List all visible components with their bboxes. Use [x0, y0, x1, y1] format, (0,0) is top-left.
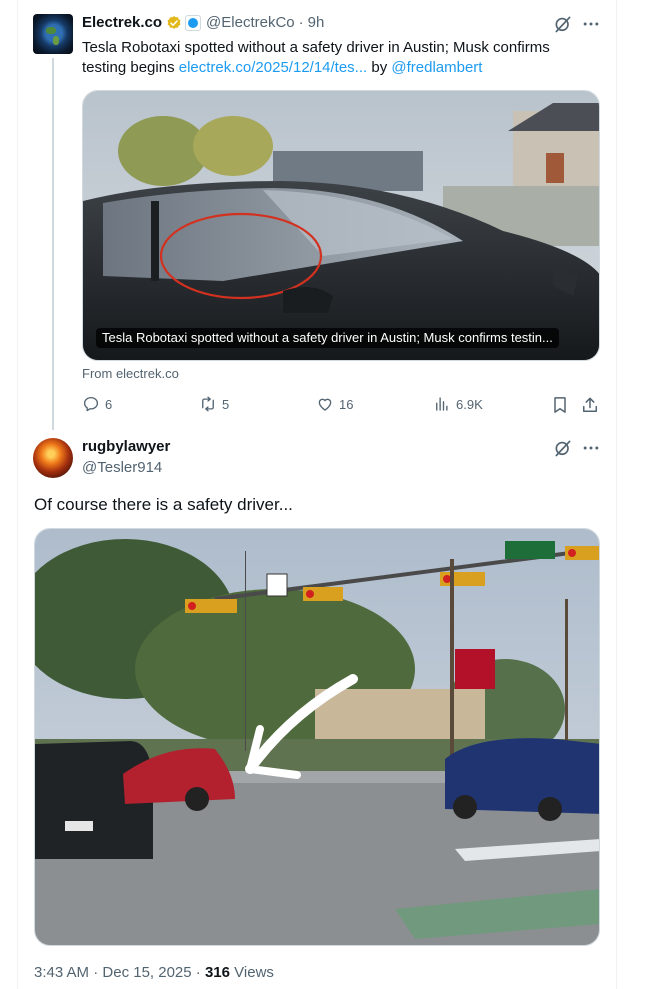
- repost-button[interactable]: 5: [199, 395, 229, 413]
- post1-timestamp[interactable]: 9h: [308, 14, 325, 31]
- post2-author-name[interactable]: rugbylawyer: [82, 438, 170, 455]
- post1-separator: ·: [298, 14, 304, 31]
- post2-author-handle[interactable]: @Tesler914: [82, 459, 162, 476]
- card-source[interactable]: From electrek.co: [82, 366, 179, 381]
- more-icon[interactable]: [581, 438, 601, 458]
- affiliate-badge-icon: [185, 14, 202, 31]
- link-card[interactable]: Tesla Robotaxi spotted without a safety …: [82, 90, 600, 361]
- like-count: 16: [339, 396, 354, 412]
- meta-separator: ·: [93, 964, 99, 981]
- views-button[interactable]: 6.9K: [433, 395, 483, 413]
- meta-separator: ·: [195, 964, 201, 981]
- link-card-caption: Tesla Robotaxi spotted without a safety …: [96, 328, 559, 348]
- more-icon[interactable]: [581, 14, 601, 34]
- post2-photo[interactable]: [34, 528, 600, 946]
- timeline-border-right: [616, 0, 617, 989]
- post2-views-count: 316: [204, 964, 230, 981]
- post2-author-handle-row: @Tesler914: [82, 459, 162, 476]
- reply-count: 6: [105, 396, 113, 412]
- views-icon: [436, 397, 448, 411]
- rugbylawyer-avatar[interactable]: [33, 438, 73, 478]
- post2-meta: 3:43 AM · Dec 15, 2025 · 316 Views: [34, 964, 274, 981]
- timeline-border-left: [17, 0, 18, 989]
- post1-by-text: by: [367, 59, 392, 76]
- intersection-photo: [35, 529, 599, 945]
- bookmark-icon[interactable]: [550, 395, 570, 415]
- post1-author-name[interactable]: Electrek.co: [82, 14, 162, 31]
- post2-author-name-row: rugbylawyer: [82, 438, 170, 455]
- post1-article-link[interactable]: electrek.co/2025/12/14/tes...: [179, 59, 367, 76]
- repost-count: 5: [222, 396, 230, 412]
- thread-connector-line: [52, 58, 54, 430]
- share-icon[interactable]: [580, 395, 600, 415]
- grok-icon[interactable]: [553, 438, 573, 458]
- post1-header: Electrek.co @ElectrekCo · 9h: [82, 14, 324, 31]
- reply-button[interactable]: 6: [82, 395, 112, 413]
- verified-badge-icon: [167, 15, 181, 29]
- post2-views-label: Views: [234, 964, 274, 981]
- post1-author-handle[interactable]: @ElectrekCo: [206, 14, 295, 31]
- reply-icon: [83, 396, 99, 412]
- repost-icon: [202, 396, 214, 412]
- post2-time[interactable]: 3:43 AM: [34, 964, 89, 981]
- link-card-image: [83, 91, 599, 360]
- post1-action-bar: 6 5 16 6.9K: [82, 395, 600, 415]
- post2-date[interactable]: Dec 15, 2025: [102, 964, 191, 981]
- views-count: 6.9K: [456, 396, 483, 412]
- post1-text: Tesla Robotaxi spotted without a safety …: [82, 38, 592, 78]
- post2-text: Of course there is a safety driver...: [34, 495, 293, 514]
- post1-mention-link[interactable]: @fredlambert: [391, 59, 482, 76]
- like-icon: [318, 398, 332, 411]
- like-button[interactable]: 16: [316, 395, 353, 413]
- electrek-avatar[interactable]: [33, 14, 73, 54]
- grok-icon[interactable]: [553, 14, 573, 34]
